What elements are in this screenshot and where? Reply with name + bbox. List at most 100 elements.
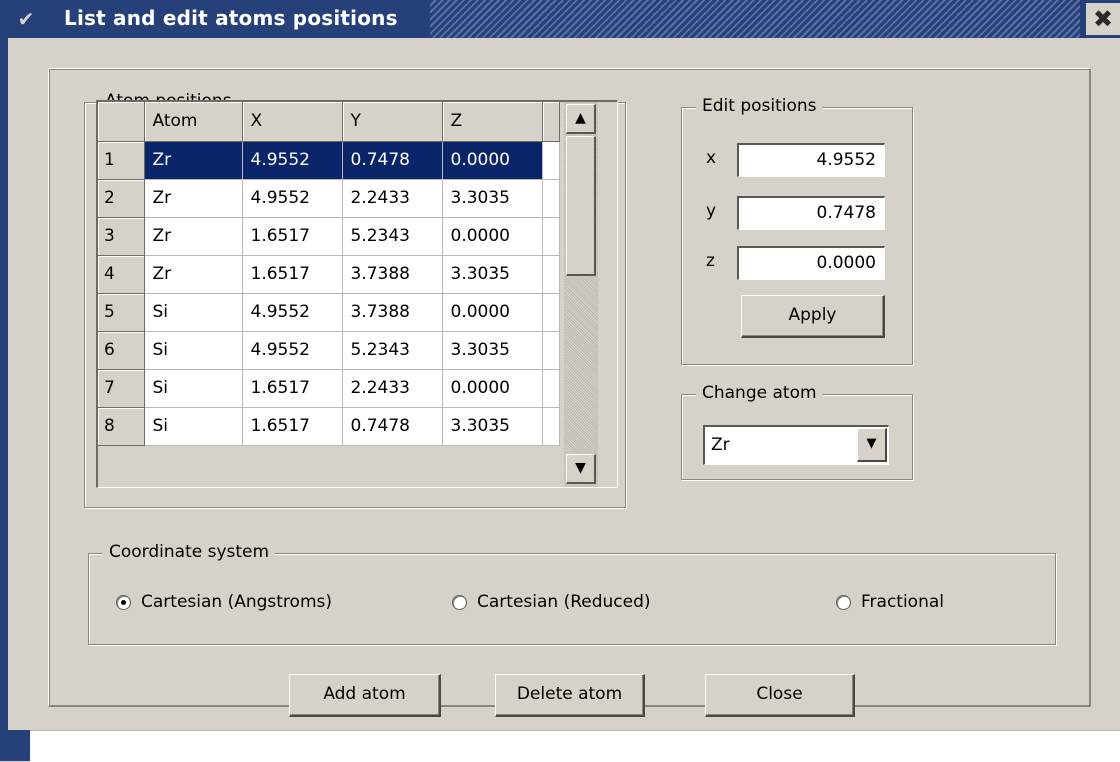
atom-positions-table[interactable]: Atom X Y Z 1 Zr 4.9552 0.7478 0.0000 2 Z… — [96, 100, 618, 488]
cell-filler — [542, 141, 560, 180]
cell-y[interactable]: 5.2343 — [342, 331, 443, 370]
delete-atom-button[interactable]: Delete atom — [495, 674, 645, 717]
add-atom-button[interactable]: Add atom — [289, 674, 441, 717]
coordinate-system-legend: Coordinate system — [103, 542, 276, 562]
table-corner-header — [98, 102, 145, 142]
table-vertical-scrollbar[interactable]: ▲ ▼ — [564, 102, 598, 487]
cell-y[interactable]: 2.2433 — [342, 369, 443, 408]
cell-filler — [542, 217, 560, 256]
change-atom-legend: Change atom — [696, 383, 823, 403]
x-field[interactable]: 4.9552 — [737, 143, 885, 177]
close-icon[interactable]: ✖ — [1086, 3, 1120, 35]
cell-atom[interactable]: Si — [144, 369, 243, 408]
row-header[interactable]: 8 — [98, 407, 145, 446]
cell-filler — [542, 179, 560, 218]
radio-cartesian-reduced[interactable]: Cartesian (Reduced) — [452, 592, 651, 612]
cell-z[interactable]: 0.0000 — [442, 141, 543, 180]
row-header[interactable]: 4 — [98, 255, 145, 294]
window-frame-left — [0, 38, 8, 761]
cell-z[interactable]: 3.3035 — [442, 179, 543, 218]
cell-atom[interactable]: Zr — [144, 255, 243, 294]
cell-atom[interactable]: Si — [144, 407, 243, 446]
radio-cartesian-angstroms[interactable]: Cartesian (Angstroms) — [116, 592, 332, 612]
table-header-row: Atom X Y Z — [98, 102, 560, 142]
column-header-atom[interactable]: Atom — [144, 102, 243, 142]
z-label: z — [706, 251, 715, 271]
cell-x[interactable]: 4.9552 — [242, 293, 343, 332]
cell-atom[interactable]: Zr — [144, 179, 243, 218]
column-header-filler — [542, 102, 560, 142]
cell-y[interactable]: 5.2343 — [342, 217, 443, 256]
cell-x[interactable]: 4.9552 — [242, 141, 343, 180]
cell-z[interactable]: 3.3035 — [442, 331, 543, 370]
edit-positions-legend: Edit positions — [696, 96, 823, 116]
column-header-z[interactable]: Z — [442, 102, 543, 142]
cell-x[interactable]: 4.9552 — [242, 179, 343, 218]
table-row[interactable]: 2 Zr 4.9552 2.2433 3.3035 — [98, 179, 560, 218]
scroll-down-icon[interactable]: ▼ — [566, 454, 596, 484]
row-header[interactable]: 6 — [98, 331, 145, 370]
cell-z[interactable]: 3.3035 — [442, 255, 543, 294]
chevron-down-icon[interactable]: ✔ — [6, 5, 46, 33]
cell-z[interactable]: 3.3035 — [442, 407, 543, 446]
cell-filler — [542, 331, 560, 370]
chevron-down-icon[interactable]: ▼ — [857, 428, 887, 462]
cell-y[interactable]: 0.7478 — [342, 407, 443, 446]
table-row[interactable]: 6 Si 4.9552 5.2343 3.3035 — [98, 331, 560, 370]
change-atom-select[interactable]: Zr ▼ — [703, 425, 889, 465]
table-row[interactable]: 7 Si 1.6517 2.2433 0.0000 — [98, 369, 560, 408]
cell-y[interactable]: 3.7388 — [342, 293, 443, 332]
window-title: List and edit atoms positions — [64, 6, 404, 30]
cell-z[interactable]: 0.0000 — [442, 217, 543, 256]
cell-atom[interactable]: Zr — [144, 141, 243, 180]
table-row[interactable]: 5 Si 4.9552 3.7388 0.0000 — [98, 293, 560, 332]
cell-y[interactable]: 2.2433 — [342, 179, 443, 218]
apply-button[interactable]: Apply — [741, 295, 885, 338]
row-header[interactable]: 5 — [98, 293, 145, 332]
radio-fractional[interactable]: Fractional — [836, 592, 944, 612]
title-bar[interactable]: ✔ List and edit atoms positions ✖ — [0, 0, 1120, 38]
cell-x[interactable]: 1.6517 — [242, 369, 343, 408]
x-label: x — [706, 148, 717, 168]
row-header[interactable]: 2 — [98, 179, 145, 218]
cell-x[interactable]: 1.6517 — [242, 407, 343, 446]
cell-filler — [542, 369, 560, 408]
cell-atom[interactable]: Si — [144, 293, 243, 332]
radio-label: Fractional — [861, 592, 944, 612]
window-frame-bottom — [0, 730, 1120, 762]
table-row[interactable]: 3 Zr 1.6517 5.2343 0.0000 — [98, 217, 560, 256]
radio-label: Cartesian (Angstroms) — [141, 592, 332, 612]
close-button[interactable]: Close — [705, 674, 855, 717]
radio-unselected-icon[interactable] — [452, 594, 467, 610]
z-field[interactable]: 0.0000 — [737, 246, 885, 280]
cell-filler — [542, 293, 560, 332]
scrollbar-thumb[interactable] — [566, 136, 596, 276]
title-bar-stripes — [430, 0, 1080, 38]
cell-filler — [542, 407, 560, 446]
cell-z[interactable]: 0.0000 — [442, 369, 543, 408]
radio-unselected-icon[interactable] — [836, 594, 851, 610]
row-header[interactable]: 7 — [98, 369, 145, 408]
cell-filler — [542, 255, 560, 294]
radio-label: Cartesian (Reduced) — [477, 592, 651, 612]
scroll-up-icon[interactable]: ▲ — [566, 104, 596, 134]
table-row[interactable]: 1 Zr 4.9552 0.7478 0.0000 — [98, 141, 560, 180]
row-header[interactable]: 3 — [98, 217, 145, 256]
y-field[interactable]: 0.7478 — [737, 196, 885, 230]
change-atom-value: Zr — [711, 435, 730, 455]
y-label: y — [706, 201, 717, 221]
radio-selected-icon[interactable] — [116, 594, 131, 610]
row-header[interactable]: 1 — [98, 141, 145, 180]
cell-atom[interactable]: Zr — [144, 217, 243, 256]
cell-x[interactable]: 1.6517 — [242, 217, 343, 256]
table-row[interactable]: 8 Si 1.6517 0.7478 3.3035 — [98, 407, 560, 446]
cell-x[interactable]: 1.6517 — [242, 255, 343, 294]
cell-y[interactable]: 3.7388 — [342, 255, 443, 294]
cell-atom[interactable]: Si — [144, 331, 243, 370]
cell-y[interactable]: 0.7478 — [342, 141, 443, 180]
table-row[interactable]: 4 Zr 1.6517 3.7388 3.3035 — [98, 255, 560, 294]
column-header-x[interactable]: X — [242, 102, 343, 142]
column-header-y[interactable]: Y — [342, 102, 443, 142]
cell-z[interactable]: 0.0000 — [442, 293, 543, 332]
cell-x[interactable]: 4.9552 — [242, 331, 343, 370]
